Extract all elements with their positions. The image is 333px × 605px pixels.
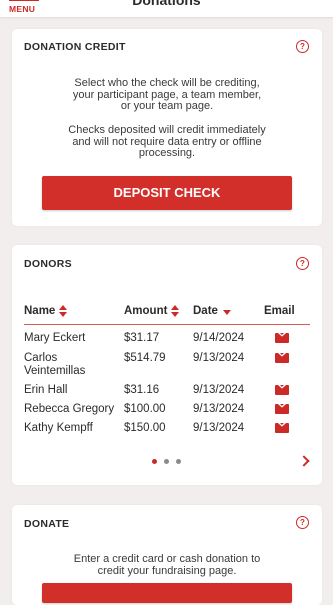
- donate-button[interactable]: [42, 583, 292, 603]
- deposit-check-button[interactable]: DEPOSIT CHECK: [42, 176, 292, 210]
- donor-date: 9/14/2024: [193, 332, 245, 344]
- donor-amount: $31.16: [124, 384, 160, 396]
- column-header-date[interactable]: Date: [193, 305, 231, 317]
- donor-amount: $150.00: [124, 422, 166, 434]
- donation-credit-description: Select who the check will be crediting, …: [34, 77, 300, 113]
- question-circle-icon[interactable]: ?: [296, 516, 309, 529]
- envelope-icon[interactable]: [275, 353, 289, 363]
- donor-amount: $31.17: [124, 332, 160, 344]
- envelope-icon[interactable]: [275, 333, 289, 343]
- sort-descending-icon: [222, 310, 231, 316]
- desc-line: credit your fundraising page.: [97, 564, 237, 577]
- donation-credit-note: Checks deposited will credit immediately…: [34, 124, 300, 160]
- desc-line: or your team page.: [120, 100, 214, 112]
- header-divider: [24, 324, 310, 325]
- top-bar: MENU Donations: [0, 0, 333, 17]
- donation-credit-card: DONATION CREDIT ? Select who the check w…: [12, 29, 322, 226]
- donor-amount: $514.79: [124, 352, 166, 364]
- donors-card: DONORS ? Name Amount Date Email Mary Eck…: [12, 245, 322, 485]
- column-label: Name: [24, 305, 56, 318]
- donor-name: Carlos Veintemillas: [24, 352, 86, 377]
- desc-line: Enter a credit card or cash donation to: [73, 553, 261, 565]
- question-circle-icon[interactable]: ?: [296, 257, 309, 270]
- donation-credit-title: DONATION CREDIT: [24, 41, 126, 53]
- question-circle-icon[interactable]: ?: [296, 40, 309, 53]
- desc-line: Checks deposited will credit immediately: [68, 124, 266, 136]
- column-label: Amount: [124, 305, 168, 318]
- desc-line: processing.: [138, 147, 196, 159]
- envelope-icon[interactable]: [275, 423, 289, 433]
- column-header-email: Email: [264, 305, 295, 317]
- donate-description: Enter a credit card or cash donation to …: [34, 553, 300, 577]
- donor-date: 9/13/2024: [193, 352, 245, 364]
- column-header-name[interactable]: Name: [24, 305, 68, 318]
- donor-date: 9/13/2024: [193, 422, 245, 434]
- donor-amount: $100.00: [124, 403, 166, 415]
- donor-name: Kathy Kempff: [24, 422, 93, 434]
- chevron-right-icon[interactable]: [298, 454, 310, 468]
- donor-name: Rebecca Gregory: [24, 403, 115, 415]
- page-dot[interactable]: [152, 459, 157, 464]
- donors-title: DONORS: [24, 258, 72, 270]
- donate-title: DONATE: [24, 518, 70, 530]
- page-title: Donations: [132, 0, 201, 8]
- sort-arrows-icon: [59, 305, 68, 317]
- sort-arrows-icon: [171, 305, 180, 317]
- page-dot[interactable]: [176, 459, 181, 464]
- envelope-icon[interactable]: [275, 404, 289, 414]
- donor-date: 9/13/2024: [193, 384, 245, 396]
- column-label: Date: [193, 305, 218, 317]
- desc-line: Select who the check will be crediting,: [74, 77, 260, 89]
- donor-date: 9/13/2024: [193, 403, 245, 415]
- page-dot[interactable]: [164, 459, 169, 464]
- donate-card: DONATE ? Enter a credit card or cash don…: [12, 505, 322, 605]
- donor-name: Mary Eckert: [24, 332, 86, 344]
- donor-name: Erin Hall: [24, 384, 68, 396]
- envelope-icon[interactable]: [275, 385, 289, 395]
- column-header-amount[interactable]: Amount: [124, 305, 180, 318]
